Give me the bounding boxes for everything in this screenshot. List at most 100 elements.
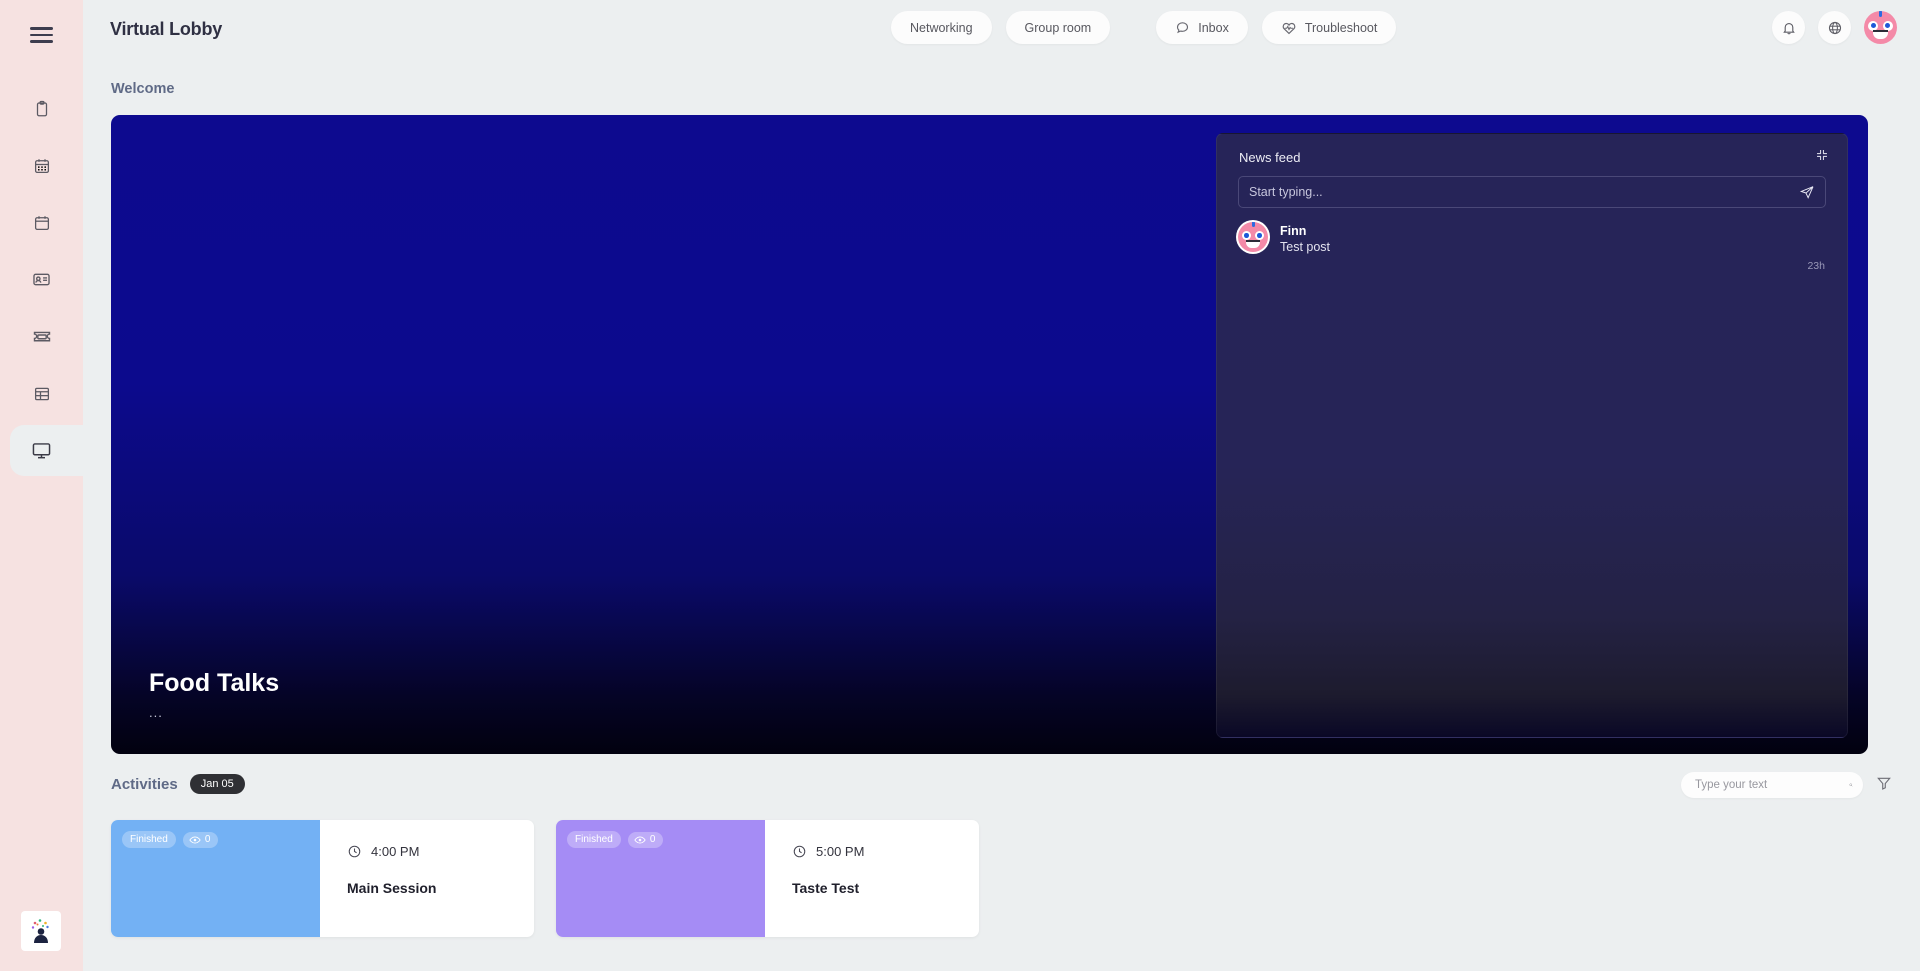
activity-card[interactable]: Finished 0 5:00 PM Taste Test [556, 820, 979, 937]
sidebar-item-clipboard[interactable] [0, 80, 83, 137]
page-title: Virtual Lobby [110, 18, 223, 39]
activity-name: Main Session [347, 880, 437, 896]
id-card-icon [33, 273, 50, 286]
news-feed-title: News feed [1239, 150, 1301, 165]
views-count: 0 [649, 834, 656, 845]
post-timestamp: 23h [1807, 260, 1825, 272]
search-icon[interactable] [1849, 778, 1853, 792]
topbar-nav-buttons: Networking Group room Inbox Troubleshoot [891, 11, 1397, 44]
troubleshoot-button[interactable]: Troubleshoot [1261, 11, 1397, 44]
views-badge: 0 [182, 831, 219, 848]
activity-time: 4:00 PM [371, 844, 420, 859]
troubleshoot-label: Troubleshoot [1304, 20, 1378, 35]
activities-cards: Finished 0 4:00 PM Main Session Finished… [111, 820, 979, 937]
hero-subtitle: ... [149, 705, 163, 720]
send-paper-plane-icon [1799, 186, 1814, 199]
eye-icon [189, 835, 201, 844]
topbar-actions [1772, 11, 1897, 44]
calendar-grid-icon [34, 158, 49, 173]
language-button[interactable] [1818, 11, 1851, 44]
post-author-name: Finn [1280, 224, 1307, 238]
avatar-eye-left [1868, 20, 1879, 31]
sidebar-item-id-card[interactable] [0, 251, 83, 308]
clipboard-icon [36, 100, 47, 116]
post-body: Finn Test post [1280, 222, 1330, 256]
sidebar-item-ticket[interactable] [0, 308, 83, 365]
post-author-avatar [1238, 222, 1268, 252]
post-avatar-eye-right [1255, 231, 1265, 240]
news-feed-input[interactable] [1249, 185, 1799, 199]
notifications-bell-icon [1782, 22, 1795, 34]
notifications-button[interactable] [1772, 11, 1805, 44]
sidebar-item-virtual-lobby[interactable] [0, 422, 100, 479]
send-button[interactable] [1799, 184, 1815, 200]
inbox-label: Inbox [1198, 20, 1229, 35]
sidebar-item-table[interactable] [0, 365, 83, 422]
group-room-label: Group room [1024, 20, 1092, 35]
avatar-horn [1879, 11, 1883, 17]
sidebar-nav [0, 80, 100, 479]
collapse-icon [1817, 150, 1827, 160]
post-text: Test post [1280, 240, 1331, 254]
networking-button[interactable]: Networking [891, 11, 992, 44]
views-count: 0 [204, 834, 211, 845]
activity-badges: Finished 0 [567, 831, 664, 848]
chat-bubble-icon [1177, 22, 1189, 34]
filter-button[interactable] [1876, 775, 1892, 796]
user-avatar[interactable] [1864, 11, 1897, 44]
avatar-mouth [1872, 30, 1889, 40]
activity-time-row: 4:00 PM [347, 844, 534, 859]
confetti-person-logo-icon [31, 919, 49, 943]
hero-banner[interactable]: Food Talks ... News feed Start typing...… [111, 115, 1868, 754]
activity-thumbnail: Finished 0 [111, 820, 320, 937]
activity-time-row: 5:00 PM [792, 844, 979, 859]
networking-label: Networking [910, 20, 973, 35]
search-input[interactable] [1695, 779, 1849, 791]
activities-title: Activities [111, 775, 178, 793]
activities-header: Activities Jan 05 [111, 774, 245, 794]
brand-logo-tile[interactable] [21, 911, 61, 951]
sidebar-item-calendar[interactable] [0, 194, 83, 251]
news-feed-composer[interactable] [1238, 176, 1826, 208]
table-icon [34, 387, 49, 400]
welcome-heading: Welcome [111, 81, 175, 97]
activity-details: 5:00 PM Taste Test [765, 820, 979, 937]
clock-icon [348, 845, 361, 858]
globe-language-icon [1828, 21, 1841, 34]
news-feed-post: Finn Test post [1238, 222, 1826, 256]
clock-icon [793, 845, 806, 858]
activities-search[interactable] [1681, 772, 1863, 798]
monitor-icon [32, 443, 51, 459]
main-content: Welcome Food Talks ... News feed Start t… [83, 58, 1920, 971]
activity-name: Taste Test [792, 880, 860, 896]
sidebar [0, 0, 100, 971]
calendar-icon [34, 215, 49, 230]
group-room-button[interactable]: Group room [1005, 11, 1111, 44]
sidebar-item-calendar-grid[interactable] [0, 137, 83, 194]
activity-card[interactable]: Finished 0 4:00 PM Main Session [111, 820, 534, 937]
heart-pulse-icon [1282, 22, 1296, 34]
activity-time: 5:00 PM [816, 844, 865, 859]
activity-thumbnail: Finished 0 [556, 820, 765, 937]
news-feed-header: News feed [1239, 148, 1829, 167]
news-feed-panel: News feed Start typing... Finn Test post… [1216, 133, 1848, 738]
hamburger-menu-icon[interactable] [25, 18, 59, 52]
post-avatar-mouth [1246, 239, 1260, 248]
activities-date-badge: Jan 05 [189, 774, 245, 794]
activities-tools [1681, 772, 1892, 798]
avatar-eye-right [1882, 20, 1893, 31]
hero-title: Food Talks [149, 669, 280, 697]
status-badge: Finished [122, 831, 176, 848]
post-avatar-horn [1251, 222, 1255, 228]
inbox-button[interactable]: Inbox [1156, 11, 1248, 44]
top-bar: Virtual Lobby Networking Group room Inbo… [83, 0, 1920, 58]
post-avatar-eye-left [1241, 231, 1251, 240]
filter-funnel-icon [1877, 777, 1891, 790]
activity-details: 4:00 PM Main Session [320, 820, 534, 937]
status-badge: Finished [567, 831, 621, 848]
eye-icon [634, 835, 646, 844]
ticket-icon [33, 331, 50, 341]
activity-badges: Finished 0 [122, 831, 219, 848]
collapse-button[interactable] [1815, 148, 1829, 167]
views-badge: 0 [627, 831, 664, 848]
